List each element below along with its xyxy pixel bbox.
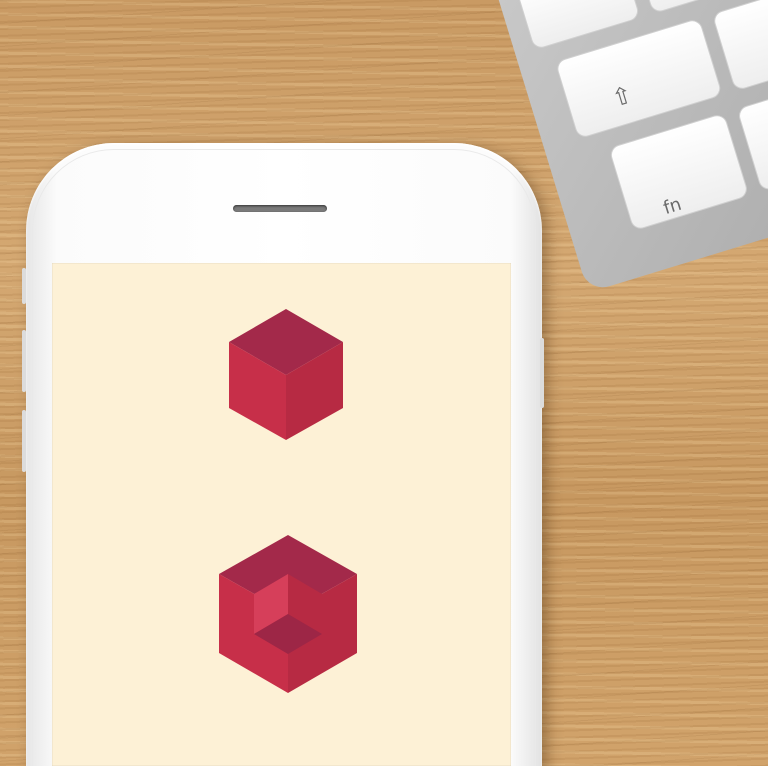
photo-scene: ⇧ fn <box>0 0 768 766</box>
phone-screen <box>52 263 511 766</box>
phone-side-button <box>22 410 26 472</box>
cube-icon <box>229 309 343 440</box>
phone-side-button <box>22 330 26 392</box>
phone-speaker <box>233 205 327 212</box>
phone-side-button <box>22 268 26 304</box>
cube-cutout-icon <box>219 535 357 693</box>
phone-side-button <box>540 338 544 408</box>
